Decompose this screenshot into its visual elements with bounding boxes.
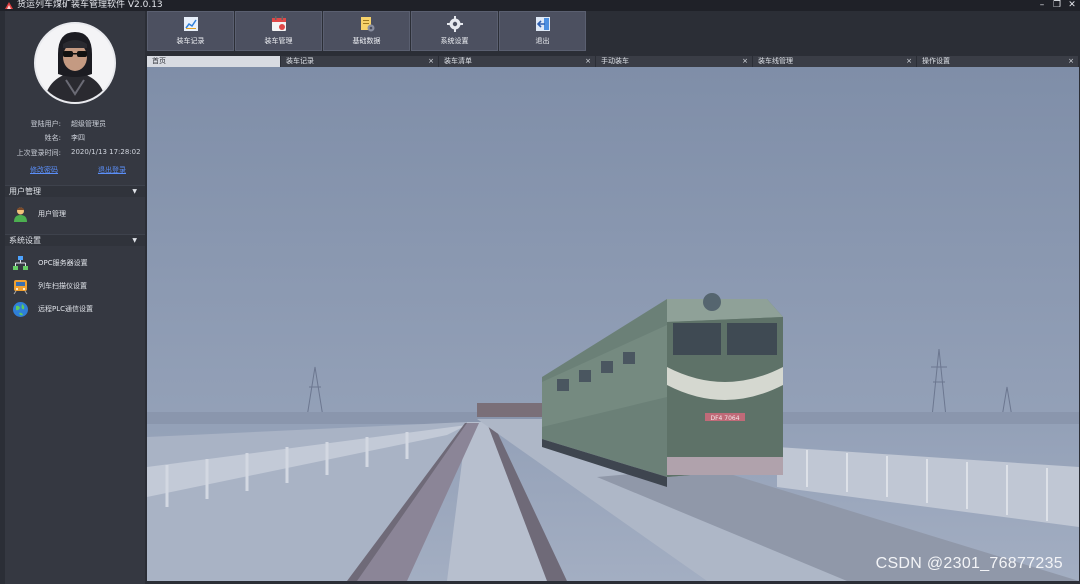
sidebar-item-train-scanner[interactable]: 列车扫描仪设置: [5, 276, 145, 296]
locomotive-number: DF4 7064: [710, 415, 739, 422]
toolbar-button-label: 退出: [535, 37, 550, 45]
sidebar-item-label: OPC服务器设置: [38, 259, 88, 267]
sidebar: 登陆用户: 超级管理员 姓名: 李四 上次登录时间: 2020/1/13 17:…: [5, 11, 145, 584]
system-settings-button[interactable]: 系统设置: [411, 11, 498, 51]
sidebar-item-remote-plc[interactable]: 远程PLC通信设置: [5, 299, 145, 319]
sidebar-item-user-management[interactable]: 用户管理: [5, 204, 145, 224]
group-header-user-management[interactable]: 用户管理 ▼: [5, 185, 145, 197]
document-gear-icon: [360, 17, 374, 32]
network-icon: [13, 255, 28, 270]
tab-home[interactable]: 首页: [147, 56, 281, 67]
group-title: 系统设置: [9, 236, 41, 245]
train-icon: [13, 279, 28, 294]
gear-icon: [446, 16, 463, 32]
logout-link[interactable]: 退出登录: [98, 165, 126, 175]
tab-close-icon[interactable]: ×: [1068, 56, 1074, 67]
tab-label: 装车清单: [444, 57, 472, 65]
tab-label: 装车记录: [286, 57, 314, 65]
chevron-down-icon: ▼: [132, 237, 137, 244]
tab-label: 装车线管理: [758, 57, 793, 65]
user-name-row: 姓名: 李四: [5, 133, 145, 143]
base-data-button[interactable]: 基础数据: [323, 11, 410, 51]
toolbar-button-label: 基础数据: [352, 37, 381, 45]
tab-label: 操作设置: [922, 57, 950, 65]
sidebar-item-label: 远程PLC通信设置: [38, 305, 94, 313]
calendar-icon: [271, 16, 286, 31]
tab-label: 手动装车: [601, 57, 629, 65]
loading-management-button[interactable]: 装车管理: [235, 11, 322, 51]
minimize-icon[interactable]: –: [1038, 0, 1046, 11]
login-user-label: 登陆用户:: [30, 120, 61, 128]
tab-close-icon[interactable]: ×: [906, 56, 912, 67]
maximize-icon[interactable]: ❐: [1053, 0, 1061, 11]
user-name-value: 李四: [71, 134, 85, 142]
login-user-row: 登陆用户: 超级管理员: [5, 119, 145, 129]
last-login-label: 上次登录时间:: [16, 149, 61, 157]
toolbar-button-label: 装车记录: [176, 37, 205, 45]
sidebar-item-label: 列车扫描仪设置: [38, 282, 87, 290]
tab-strip: 首页 装车记录 × 装车清单 × 手动装车 × 装车线管理 × 操作设置 ×: [147, 56, 1079, 67]
tab-close-icon[interactable]: ×: [428, 56, 434, 67]
group-title: 用户管理: [9, 187, 41, 196]
sidebar-item-label: 用户管理: [38, 210, 66, 218]
main-toolbar: 装车记录 装车管理 基础数据 系统设置 退出: [147, 11, 586, 51]
window-controls: – ❐ ✕: [1038, 0, 1076, 11]
tab-loading-list[interactable]: 装车清单 ×: [439, 56, 596, 67]
tab-manual-loading[interactable]: 手动装车 ×: [596, 56, 753, 67]
change-password-link[interactable]: 修改密码: [30, 165, 58, 175]
sidebar-item-opc-server[interactable]: OPC服务器设置: [5, 253, 145, 273]
tab-close-icon[interactable]: ×: [742, 56, 748, 67]
chevron-down-icon: ▼: [132, 188, 137, 195]
tab-close-icon[interactable]: ×: [585, 56, 591, 67]
chart-icon: [183, 17, 198, 31]
exit-icon: [535, 17, 550, 31]
close-icon[interactable]: ✕: [1068, 0, 1076, 11]
app-logo-icon: [5, 1, 13, 9]
tab-label: 首页: [152, 57, 166, 65]
avatar-image: [36, 24, 114, 102]
user-name-label: 姓名:: [44, 134, 61, 142]
group-header-system-settings[interactable]: 系统设置 ▼: [5, 234, 145, 246]
toolbar-button-label: 系统设置: [440, 37, 469, 45]
title-bar: 货运列车煤矿装车管理软件 V2.0.13 – ❐ ✕: [0, 0, 1080, 11]
tab-loading-records[interactable]: 装车记录 ×: [281, 56, 439, 67]
user-icon: [14, 207, 27, 222]
train-background-image: DF4 7064: [147, 67, 1079, 581]
home-content: DF4 7064 CSDN @2301_76877235: [147, 67, 1079, 581]
last-login-row: 上次登录时间: 2020/1/13 17:28:02: [5, 148, 145, 158]
tab-operation-settings[interactable]: 操作设置 ×: [917, 56, 1079, 67]
exit-button[interactable]: 退出: [499, 11, 586, 51]
globe-icon: [13, 301, 28, 317]
login-user-value: 超级管理员: [71, 120, 106, 128]
loading-records-button[interactable]: 装车记录: [147, 11, 234, 51]
window-title: 货运列车煤矿装车管理软件 V2.0.13: [17, 0, 163, 10]
tab-loading-line-management[interactable]: 装车线管理 ×: [753, 56, 917, 67]
watermark: CSDN @2301_76877235: [875, 555, 1063, 572]
toolbar-button-label: 装车管理: [264, 37, 293, 45]
last-login-value: 2020/1/13 17:28:02: [71, 148, 141, 156]
avatar: [34, 22, 116, 104]
